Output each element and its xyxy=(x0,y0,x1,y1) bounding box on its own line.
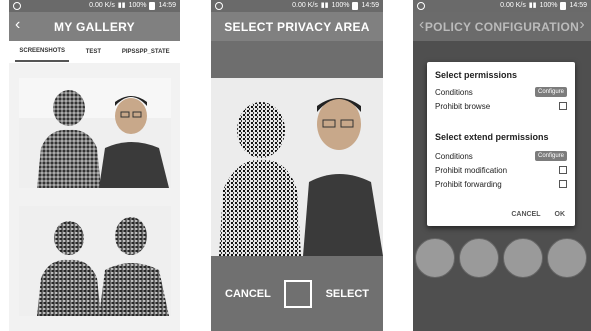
prohibit-modification-checkbox[interactable] xyxy=(559,166,567,174)
forward-arrow-icon[interactable]: › xyxy=(579,16,585,34)
prohibit-modification-label: Prohibit modification xyxy=(435,165,508,175)
network-speed: 0.00 K/s xyxy=(292,2,318,9)
prohibit-forwarding-checkbox[interactable] xyxy=(559,180,567,188)
policy-dialog: Select permissions Conditions Configure … xyxy=(427,62,575,226)
battery-icon xyxy=(149,2,156,10)
select-button[interactable]: SELECT xyxy=(326,288,369,300)
prohibit-browse-label: Prohibit browse xyxy=(435,101,491,111)
battery-percent: 100% xyxy=(128,2,147,9)
battery-icon xyxy=(560,2,567,10)
dialog-actions: CANCEL OK xyxy=(427,211,575,218)
capture-area-button[interactable] xyxy=(284,279,313,308)
privacy-photo[interactable] xyxy=(211,78,383,256)
tab-bar: SCREENSHOTS TEST PIPSSPP_STATE xyxy=(9,41,180,63)
thumbnail-circle[interactable] xyxy=(415,238,455,278)
thumbnail-circle[interactable] xyxy=(459,238,499,278)
thumbnail-row xyxy=(415,238,591,278)
clock: 14:59 xyxy=(569,2,587,9)
photo-image xyxy=(19,78,171,188)
action-bar: CANCEL SELECT xyxy=(211,256,383,331)
section-title: Select permissions xyxy=(435,70,518,80)
photo-image xyxy=(211,78,383,256)
page-title: SELECT PRIVACY AREA xyxy=(224,19,370,34)
battery-percent: 100% xyxy=(539,2,558,9)
back-arrow-icon[interactable]: ‹ xyxy=(15,16,21,34)
gallery-screen: 0.00 K/s ▮▮ 100% 14:59 ‹ MY GALLERY SCRE… xyxy=(9,0,180,331)
back-arrow-icon[interactable]: ‹ xyxy=(419,16,425,34)
signal-icon: ▮▮ xyxy=(320,2,329,9)
status-bar: 0.00 K/s ▮▮ 100% 14:59 xyxy=(9,0,180,12)
status-bar: 0.00 K/s ▮▮ 100% 14:59 xyxy=(211,0,383,12)
configure-button[interactable]: Configure xyxy=(534,87,567,97)
battery-percent: 100% xyxy=(331,2,350,9)
thumbnail-circle[interactable] xyxy=(547,238,587,278)
dialog-cancel-button[interactable]: CANCEL xyxy=(511,211,540,218)
prohibit-forwarding-label: Prohibit forwarding xyxy=(435,179,502,189)
page-title: MY GALLERY xyxy=(53,19,135,34)
prohibit-browse-row: Prohibit browse xyxy=(435,100,567,112)
conditions-row: Conditions Configure xyxy=(435,86,567,98)
status-bar: 0.00 K/s ▮▮ 100% 14:59 xyxy=(413,0,591,12)
app-bar: SELECT PRIVACY AREA xyxy=(211,12,383,41)
network-speed: 0.00 K/s xyxy=(500,2,526,9)
battery-icon xyxy=(352,2,359,10)
privacy-screen: 0.00 K/s ▮▮ 100% 14:59 SELECT PRIVACY AR… xyxy=(211,0,383,331)
section-title: Select extend permissions xyxy=(435,132,549,142)
clock: 14:59 xyxy=(158,2,176,9)
signal-icon: ▮▮ xyxy=(117,2,126,9)
notification-icon xyxy=(13,2,21,10)
gallery-photo-2[interactable] xyxy=(19,206,171,316)
prohibit-browse-checkbox[interactable] xyxy=(559,102,567,110)
prohibit-modification-row: Prohibit modification xyxy=(435,164,567,176)
conditions-label: Conditions xyxy=(435,151,473,161)
signal-icon: ▮▮ xyxy=(528,2,537,9)
tab-test[interactable]: TEST xyxy=(82,43,105,61)
conditions-label: Conditions xyxy=(435,87,473,97)
prohibit-forwarding-row: Prohibit forwarding xyxy=(435,178,567,190)
notification-icon xyxy=(215,2,223,10)
conditions-row: Conditions Configure xyxy=(435,150,567,162)
app-bar: ‹ MY GALLERY xyxy=(9,12,180,41)
tab-screenshots[interactable]: SCREENSHOTS xyxy=(15,42,70,62)
cancel-button[interactable]: CANCEL xyxy=(225,288,271,300)
dialog-ok-button[interactable]: OK xyxy=(555,211,566,218)
gallery-photo-1[interactable] xyxy=(19,78,171,188)
policy-screen: 0.00 K/s ▮▮ 100% 14:59 ‹ POLICY CONFIGUR… xyxy=(413,0,591,331)
configure-button[interactable]: Configure xyxy=(534,151,567,161)
tab-pipsspp-state[interactable]: PIPSSPP_STATE xyxy=(118,43,174,61)
page-title: POLICY CONFIGURATION xyxy=(424,19,580,34)
thumbnail-circle[interactable] xyxy=(503,238,543,278)
notification-icon xyxy=(417,2,425,10)
clock: 14:59 xyxy=(361,2,379,9)
network-speed: 0.00 K/s xyxy=(89,2,115,9)
photo-image xyxy=(19,206,171,316)
app-bar: ‹ POLICY CONFIGURATION › xyxy=(413,12,591,41)
